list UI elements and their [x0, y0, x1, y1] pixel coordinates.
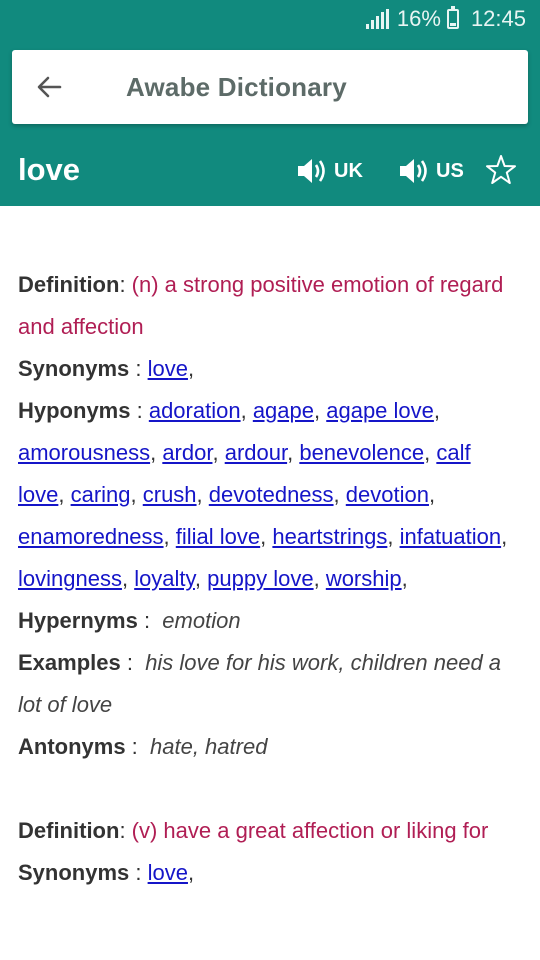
- word-link[interactable]: worship: [326, 566, 402, 591]
- word-link[interactable]: ardour: [225, 440, 287, 465]
- word-link[interactable]: crush: [143, 482, 197, 507]
- speaker-icon: [400, 159, 427, 183]
- signal-icon: [365, 9, 389, 29]
- title-card: Awabe Dictionary: [12, 50, 528, 124]
- definition-entry-2: Definition: (v) have a great affection o…: [18, 810, 522, 894]
- word-link[interactable]: agape: [253, 398, 314, 423]
- definition-entry-1: Definition: (n) a strong positive emotio…: [18, 264, 522, 768]
- word-link[interactable]: heartstrings: [272, 524, 387, 549]
- us-label: US: [436, 159, 464, 182]
- word-link[interactable]: amorousness: [18, 440, 150, 465]
- headword: love: [18, 152, 81, 187]
- word-link[interactable]: puppy love: [207, 566, 313, 591]
- word-link[interactable]: loyalty: [134, 566, 195, 591]
- status-bar: 16% 12:45: [0, 0, 540, 38]
- word-link[interactable]: caring: [71, 482, 131, 507]
- favorite-button[interactable]: [485, 154, 517, 191]
- word-link[interactable]: benevolence: [299, 440, 424, 465]
- uk-label: UK: [334, 159, 363, 182]
- definition-text: (v) have a great affection or liking for: [131, 818, 489, 843]
- battery-percent: 16%: [396, 6, 441, 31]
- synonym-links: love,: [147, 356, 195, 381]
- definition-label: Definition: [18, 818, 120, 843]
- speaker-icon: [298, 159, 325, 183]
- word-link[interactable]: ardor: [162, 440, 212, 465]
- antonyms-text: hate, hatred: [150, 734, 268, 759]
- word-link[interactable]: agape love: [326, 398, 434, 423]
- word-bar: love UK US: [0, 140, 540, 206]
- definition-row: Definition: (v) have a great affection o…: [18, 818, 489, 843]
- antonyms-label: Antonyms: [18, 734, 126, 759]
- back-button[interactable]: [32, 68, 70, 106]
- hyponyms-row: Hyponyms : adoration, agape, agape love,…: [18, 398, 508, 591]
- word-link[interactable]: lovingness: [18, 566, 122, 591]
- synonyms-label: Synonyms: [18, 356, 130, 381]
- battery-icon: [446, 6, 459, 29]
- definition-row: Definition: (n) a strong positive emotio…: [18, 272, 504, 339]
- examples-row: Examples : his love for his work, childr…: [18, 650, 502, 717]
- pronounce-us-button[interactable]: US: [398, 156, 464, 186]
- hypernyms-row: Hypernyms : emotion: [18, 608, 241, 633]
- app-title: Awabe Dictionary: [126, 72, 347, 102]
- definition-content: Definition: (n) a strong positive emotio…: [18, 264, 522, 936]
- clock: 12:45: [470, 6, 526, 31]
- word-link[interactable]: devotion: [346, 482, 429, 507]
- hyponyms-label: Hyponyms: [18, 398, 131, 423]
- hyponym-links: adoration, agape, agape love, amorousnes…: [18, 398, 508, 591]
- word-link[interactable]: adoration: [149, 398, 241, 423]
- synonyms-row: Synonyms : love,: [18, 860, 195, 885]
- star-outline-icon: [486, 155, 516, 184]
- synonym-links: love,: [147, 860, 195, 885]
- word-link[interactable]: enamoredness: [18, 524, 164, 549]
- examples-label: Examples: [18, 650, 121, 675]
- antonyms-row: Antonyms : hate, hatred: [18, 734, 268, 759]
- hypernyms-text: emotion: [162, 608, 241, 633]
- definition-label: Definition: [18, 272, 120, 297]
- word-link[interactable]: love: [148, 356, 188, 381]
- synonyms-row: Synonyms : love,: [18, 356, 195, 381]
- synonyms-label: Synonyms: [18, 860, 130, 885]
- hypernyms-label: Hypernyms: [18, 608, 138, 633]
- word-link[interactable]: devotedness: [209, 482, 334, 507]
- word-link[interactable]: infatuation: [400, 524, 502, 549]
- pronounce-uk-button[interactable]: UK: [296, 156, 363, 186]
- word-link[interactable]: filial love: [176, 524, 260, 549]
- word-link[interactable]: love: [148, 860, 188, 885]
- arrow-left-icon: [37, 76, 62, 98]
